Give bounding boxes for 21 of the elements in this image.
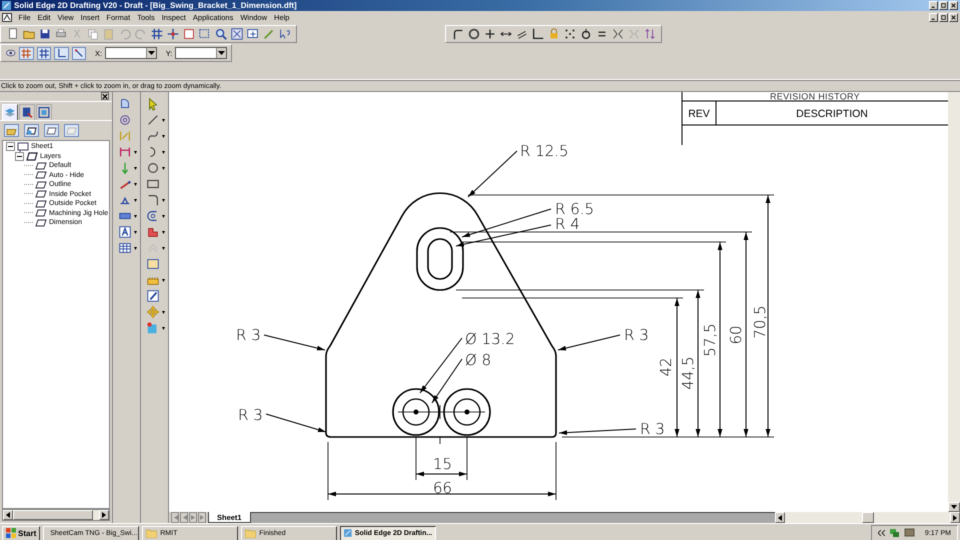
dimension-label: R 3: [238, 406, 263, 424]
dimension-label: 60: [727, 325, 745, 345]
dimension-label: 15: [433, 455, 452, 473]
window-title: Solid Edge 2D Drafting V20 - Draft - [Big_Swing_Bracket_1_Dimension.dft]: [14, 1, 297, 10]
dimension-label: R 6.5: [555, 200, 594, 218]
dimension-label: R 3: [624, 326, 649, 344]
dimension-label: Ø 13.2: [465, 330, 515, 348]
table-title: REVISION HISTORY: [770, 92, 860, 102]
dimension-label: Ø 8: [465, 351, 492, 369]
column-header: REV: [688, 108, 710, 120]
dimension-label: R 4: [555, 215, 580, 233]
dimension-label: R 3: [236, 326, 261, 344]
column-header: DESCRIPTION: [796, 108, 868, 120]
dimension-label: 42: [657, 357, 675, 377]
dimension-label: R 12.5: [520, 142, 569, 160]
dimension-label: 44,5: [679, 356, 697, 390]
start-button[interactable]: Start: [2, 526, 40, 540]
dimension-label: 70,5: [751, 305, 769, 339]
dimension-label: 57,5: [701, 323, 719, 357]
dimension-label: R 3: [640, 420, 665, 438]
dimension-label: 66: [433, 479, 452, 497]
